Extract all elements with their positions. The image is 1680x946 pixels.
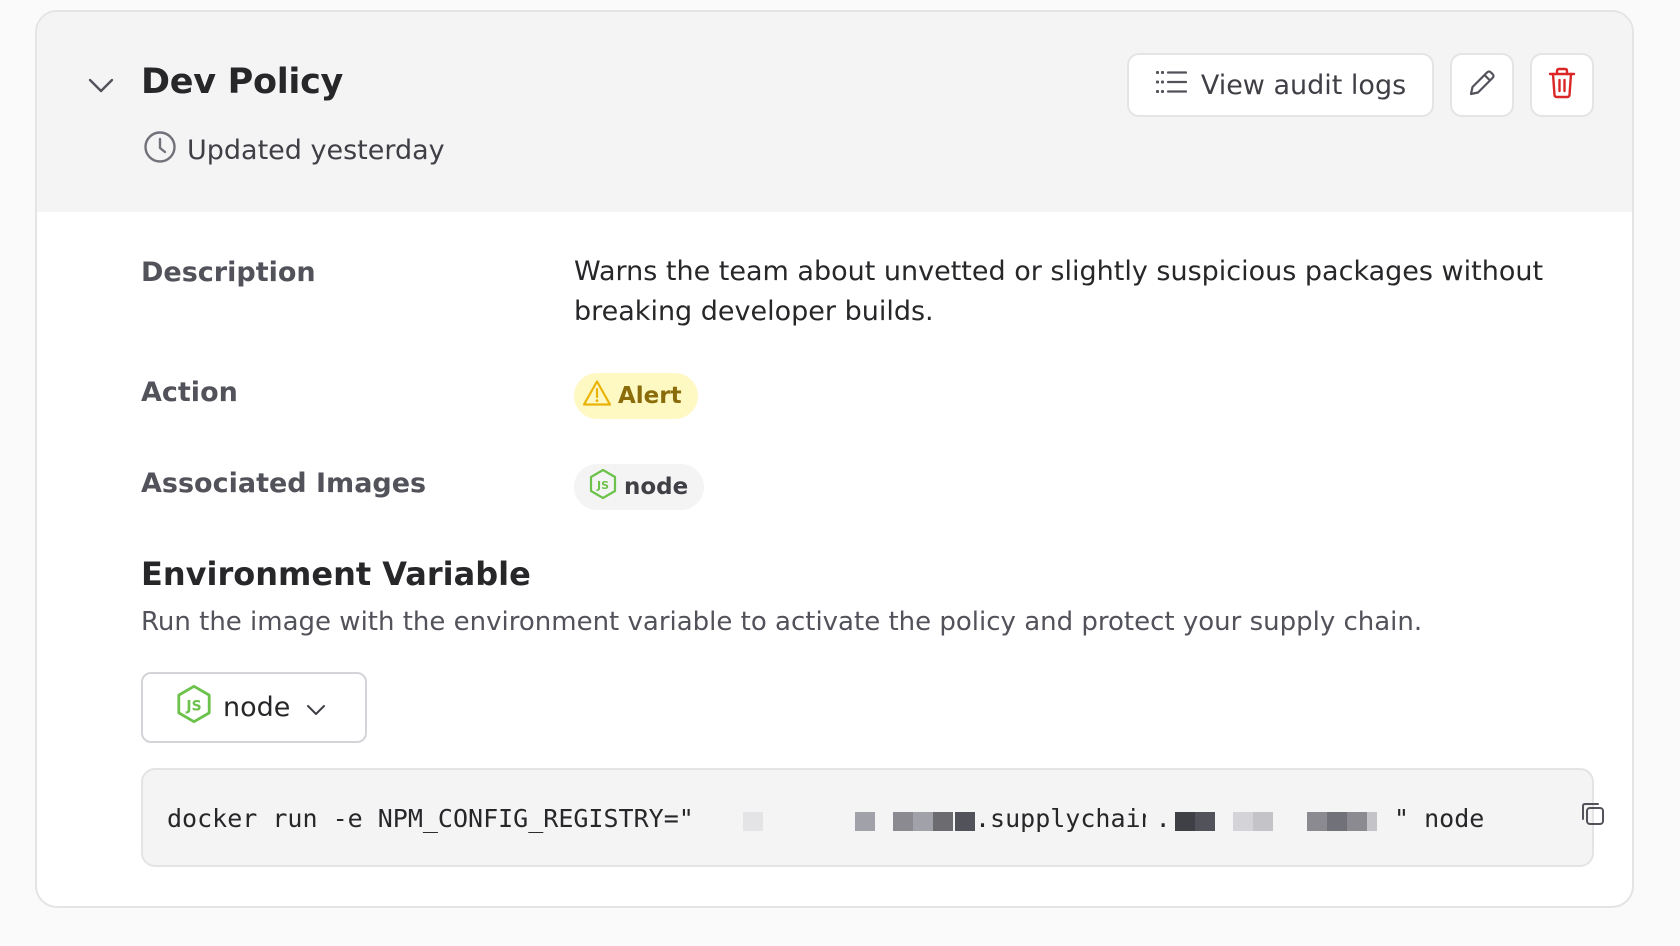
description-value: Warns the team about unvetted or slightl… [574,256,1544,327]
edit-button[interactable] [1450,53,1514,117]
redacted-block [913,812,933,831]
redacted-block [933,812,953,831]
policy-title: Dev Policy [141,62,344,102]
image-tag-label: node [624,474,689,500]
list-icon [1155,69,1187,102]
environment-variable-description: Run the image with the environment varia… [141,607,1423,637]
updated-info: Updated yesterday [143,130,445,171]
redacted-block [893,812,913,831]
chevron-down-icon[interactable] [83,68,119,104]
redacted-block [1307,812,1327,831]
associated-images-label: Associated Images [141,468,427,499]
svg-text:JS: JS [185,698,201,714]
updated-text: Updated yesterday [187,135,445,166]
nodejs-icon: JS [175,683,213,732]
copy-button[interactable] [1575,798,1611,834]
redacted-block [1175,812,1195,831]
redacted-block [1195,812,1215,831]
action-label: Action [141,377,238,408]
redacted-block [1146,812,1161,831]
redacted-block [1367,812,1377,831]
svg-text:JS: JS [596,479,609,492]
copy-icon [1579,800,1607,832]
command-mid: .supplychain. [975,804,1171,833]
policy-card: Dev Policy Updated yesterday View audit … [35,10,1634,908]
command-tail: " node [1394,804,1484,833]
redacted-block [855,812,875,831]
action-badge-label: Alert [618,383,682,409]
clock-icon [143,130,177,171]
delete-button[interactable] [1530,53,1594,117]
action-badge: Alert [574,373,698,419]
command-host-part: .supplychain. [975,804,1171,833]
view-audit-logs-label: View audit logs [1200,69,1407,101]
redacted-block [1327,812,1347,831]
image-tag: JS node [574,464,705,510]
redacted-block [1347,812,1367,831]
redacted-block [743,812,763,831]
command-prefix: docker run -e NPM_CONFIG_REGISTRY=" [167,804,694,833]
command-text: docker run -e NPM_CONFIG_REGISTRY=" [167,804,694,833]
image-select[interactable]: JS node [141,672,367,743]
command-suffix: " node [1394,804,1485,833]
description-label: Description [141,257,316,288]
trash-icon [1547,67,1577,103]
environment-variable-title: Environment Variable [141,555,531,593]
policy-header: Dev Policy Updated yesterday View audit … [37,12,1632,212]
redacted-block [955,812,975,831]
redacted-block [1253,812,1273,831]
pencil-icon [1467,68,1497,102]
redacted-block [1233,812,1253,831]
image-select-value: node [223,692,291,723]
nodejs-icon: JS [588,468,618,506]
command-code-block: docker run -e NPM_CONFIG_REGISTRY=" .sup… [141,768,1604,867]
view-audit-logs-button[interactable]: View audit logs [1127,53,1434,117]
chevron-down-icon [306,692,326,723]
warning-icon [582,379,612,413]
